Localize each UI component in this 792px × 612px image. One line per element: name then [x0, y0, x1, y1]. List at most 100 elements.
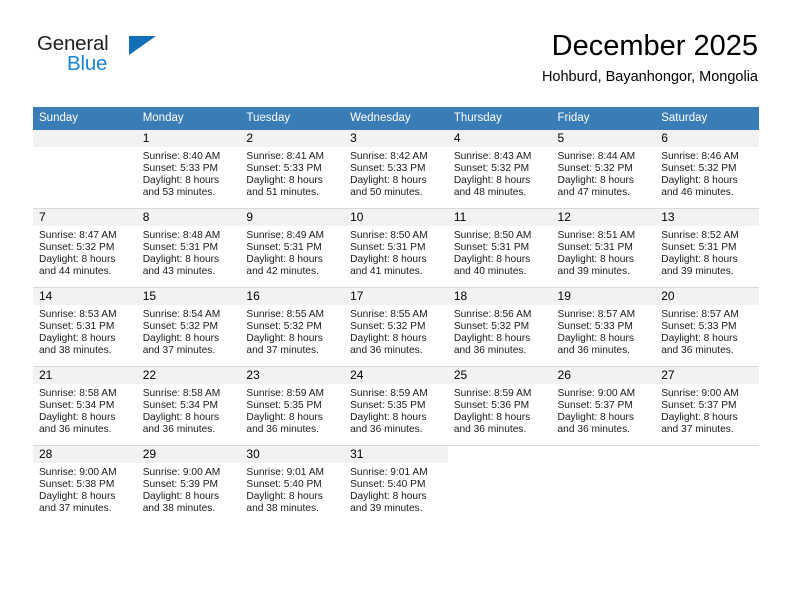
- calendar-day-cell[interactable]: 11 Sunrise: 8:50 AM Sunset: 5:31 PM Dayligh…: [447, 208, 552, 288]
- calendar-day-cell[interactable]: 10 Sunrise: 8:50 AM Sunset: 5:31 PM Dayligh…: [344, 208, 448, 288]
- day-number: 10: [344, 209, 448, 226]
- daylight-duration-line2: and 46 minutes.: [661, 187, 734, 199]
- day-number: 24: [344, 367, 448, 384]
- page-header: General Blue December 2025 Hohburd, Baya…: [34, 28, 758, 100]
- calendar-day-cell[interactable]: 5 Sunrise: 8:44 AM Sunset: 5:32 PM Daylight…: [551, 130, 656, 209]
- day-number: [655, 446, 759, 463]
- day-details: Sunrise: 8:53 AM Sunset: 5:31 PM Daylight:…: [33, 305, 137, 357]
- sunset-time: Sunset: 5:36 PM: [453, 400, 530, 412]
- daylight-duration-line2: and 44 minutes.: [39, 266, 112, 278]
- calendar-day-cell[interactable]: 2 Sunrise: 8:41 AM Sunset: 5:33 PM Daylight…: [240, 130, 345, 209]
- calendar-day-cell[interactable]: 28 Sunrise: 9:00 AM Sunset: 5:38 PM Dayligh…: [33, 445, 137, 524]
- day-details: Sunrise: 8:58 AM Sunset: 5:34 PM Daylight:…: [137, 384, 241, 436]
- daylight-duration-line1: Daylight: 8 hours: [557, 333, 634, 345]
- daylight-duration-line2: and 40 minutes.: [453, 266, 527, 278]
- calendar-day-cell[interactable]: 20 Sunrise: 8:57 AM Sunset: 5:33 PM Dayligh…: [655, 287, 759, 367]
- day-number: 25: [447, 367, 552, 384]
- sunrise-time: Sunrise: 9:01 AM: [246, 467, 324, 478]
- calendar-day-cell[interactable]: 26 Sunrise: 9:00 AM Sunset: 5:37 PM Dayligh…: [551, 366, 656, 446]
- daylight-duration-line2: and 38 minutes.: [142, 503, 216, 515]
- calendar-day-cell[interactable]: 3 Sunrise: 8:42 AM Sunset: 5:33 PM Daylight…: [344, 130, 448, 209]
- daylight-duration-line1: Daylight: 8 hours: [661, 412, 738, 424]
- calendar-day-cell[interactable]: 6 Sunrise: 8:46 AM Sunset: 5:32 PM Daylight…: [655, 130, 759, 209]
- sunrise-time: Sunrise: 9:00 AM: [661, 388, 739, 399]
- calendar-day-cell[interactable]: 17 Sunrise: 8:55 AM Sunset: 5:32 PM Dayligh…: [344, 287, 448, 367]
- calendar-day-cell[interactable]: 14 Sunrise: 8:53 AM Sunset: 5:31 PM Dayligh…: [33, 287, 137, 367]
- day-number: 2: [240, 130, 345, 147]
- daylight-duration-line1: Daylight: 8 hours: [39, 491, 116, 503]
- sunset-time: Sunset: 5:32 PM: [453, 163, 530, 175]
- calendar-day-cell[interactable]: 1 Sunrise: 8:40 AM Sunset: 5:33 PM Daylight…: [136, 130, 241, 209]
- day-details: Sunrise: 8:52 AM Sunset: 5:31 PM Daylight:…: [655, 226, 759, 278]
- day-number: 15: [136, 288, 241, 305]
- daylight-duration-line1: Daylight: 8 hours: [453, 175, 531, 187]
- sunset-time: Sunset: 5:33 PM: [557, 321, 633, 333]
- day-number: 6: [655, 130, 759, 147]
- calendar-day-cell[interactable]: 16 Sunrise: 8:55 AM Sunset: 5:32 PM Dayligh…: [240, 287, 345, 367]
- daylight-duration-line2: and 37 minutes.: [246, 345, 319, 357]
- daylight-duration-line1: Daylight: 8 hours: [142, 412, 220, 424]
- weekday-header-tuesday: Tuesday: [240, 107, 345, 130]
- day-number: 13: [655, 209, 759, 226]
- calendar-day-cell[interactable]: 29 Sunrise: 9:00 AM Sunset: 5:39 PM Dayligh…: [136, 445, 241, 524]
- day-number: 16: [240, 288, 345, 305]
- sunrise-time: Sunrise: 8:49 AM: [246, 230, 324, 241]
- sunrise-time: Sunrise: 8:47 AM: [39, 230, 117, 241]
- calendar-day-cell[interactable]: 23 Sunrise: 8:59 AM Sunset: 5:35 PM Dayligh…: [240, 366, 345, 446]
- calendar-day-cell[interactable]: 4 Sunrise: 8:43 AM Sunset: 5:32 PM Daylight…: [447, 130, 552, 209]
- sunrise-time: Sunrise: 9:00 AM: [557, 388, 636, 399]
- calendar-week-row: 7 Sunrise: 8:47 AM Sunset: 5:32 PM Daylight…: [33, 208, 759, 288]
- daylight-duration-line1: Daylight: 8 hours: [246, 491, 323, 503]
- day-number: 18: [447, 288, 552, 305]
- sunset-time: Sunset: 5:32 PM: [39, 242, 115, 254]
- day-number: 17: [344, 288, 448, 305]
- daylight-duration-line1: Daylight: 8 hours: [39, 333, 116, 345]
- day-number: 19: [551, 288, 656, 305]
- day-number: 21: [33, 367, 137, 384]
- sunrise-time: Sunrise: 8:55 AM: [350, 309, 428, 320]
- calendar-day-cell[interactable]: 12 Sunrise: 8:51 AM Sunset: 5:31 PM Dayligh…: [551, 208, 656, 288]
- daylight-duration-line1: Daylight: 8 hours: [350, 333, 427, 345]
- daylight-duration-line1: Daylight: 8 hours: [350, 412, 427, 424]
- calendar-day-cell[interactable]: 22 Sunrise: 8:58 AM Sunset: 5:34 PM Dayligh…: [136, 366, 241, 446]
- calendar-day-cell[interactable]: 27 Sunrise: 9:00 AM Sunset: 5:37 PM Dayligh…: [655, 366, 759, 446]
- daylight-duration-line1: Daylight: 8 hours: [453, 412, 531, 424]
- calendar-page: General Blue December 2025 Hohburd, Baya…: [0, 0, 792, 612]
- sunrise-time: Sunrise: 8:58 AM: [39, 388, 117, 399]
- calendar-day-cell[interactable]: 31 Sunrise: 9:01 AM Sunset: 5:40 PM Dayligh…: [344, 445, 448, 524]
- calendar-day-cell[interactable]: 13 Sunrise: 8:52 AM Sunset: 5:31 PM Dayligh…: [655, 208, 759, 288]
- daylight-duration-line2: and 53 minutes.: [142, 187, 216, 199]
- day-number: 9: [240, 209, 345, 226]
- sunrise-time: Sunrise: 8:44 AM: [557, 151, 636, 162]
- calendar-day-cell[interactable]: 15 Sunrise: 8:54 AM Sunset: 5:32 PM Dayligh…: [136, 287, 241, 367]
- sunset-time: Sunset: 5:33 PM: [246, 163, 322, 175]
- daylight-duration-line1: Daylight: 8 hours: [350, 254, 427, 266]
- day-number: 7: [33, 209, 137, 226]
- calendar-day-cell[interactable]: 7 Sunrise: 8:47 AM Sunset: 5:32 PM Daylight…: [33, 208, 137, 288]
- daylight-duration-line1: Daylight: 8 hours: [246, 333, 323, 345]
- day-details: Sunrise: 8:42 AM Sunset: 5:33 PM Daylight:…: [344, 147, 448, 199]
- logo-triangle-icon: [129, 36, 156, 55]
- day-number: 27: [655, 367, 759, 384]
- sunrise-time: Sunrise: 9:00 AM: [39, 467, 117, 478]
- sunset-time: Sunset: 5:38 PM: [39, 479, 115, 491]
- daylight-duration-line1: Daylight: 8 hours: [350, 491, 427, 503]
- daylight-duration-line1: Daylight: 8 hours: [246, 254, 323, 266]
- daylight-duration-line2: and 39 minutes.: [661, 266, 734, 278]
- calendar-day-cell[interactable]: 30 Sunrise: 9:01 AM Sunset: 5:40 PM Dayligh…: [240, 445, 345, 524]
- calendar-day-cell[interactable]: 24 Sunrise: 8:59 AM Sunset: 5:35 PM Dayligh…: [344, 366, 448, 446]
- calendar-day-cell[interactable]: 8 Sunrise: 8:48 AM Sunset: 5:31 PM Daylight…: [136, 208, 241, 288]
- weekday-header-wednesday: Wednesday: [344, 107, 448, 130]
- general-blue-logo: General Blue: [34, 32, 224, 88]
- calendar-day-cell[interactable]: 19 Sunrise: 8:57 AM Sunset: 5:33 PM Dayligh…: [551, 287, 656, 367]
- daylight-duration-line1: Daylight: 8 hours: [39, 412, 116, 424]
- day-details: Sunrise: 8:50 AM Sunset: 5:31 PM Daylight:…: [344, 226, 448, 278]
- calendar-day-cell[interactable]: 21 Sunrise: 8:58 AM Sunset: 5:34 PM Dayligh…: [33, 366, 137, 446]
- sunset-time: Sunset: 5:33 PM: [661, 321, 737, 333]
- logo-text-blue: Blue: [67, 52, 108, 75]
- calendar-day-cell[interactable]: 18 Sunrise: 8:56 AM Sunset: 5:32 PM Dayligh…: [447, 287, 552, 367]
- calendar-body: 1 Sunrise: 8:40 AM Sunset: 5:33 PM Daylight…: [33, 130, 759, 524]
- calendar-day-cell[interactable]: 9 Sunrise: 8:49 AM Sunset: 5:31 PM Daylight…: [240, 208, 345, 288]
- calendar-day-cell[interactable]: 25 Sunrise: 8:59 AM Sunset: 5:36 PM Dayligh…: [447, 366, 552, 446]
- day-number: 11: [447, 209, 552, 226]
